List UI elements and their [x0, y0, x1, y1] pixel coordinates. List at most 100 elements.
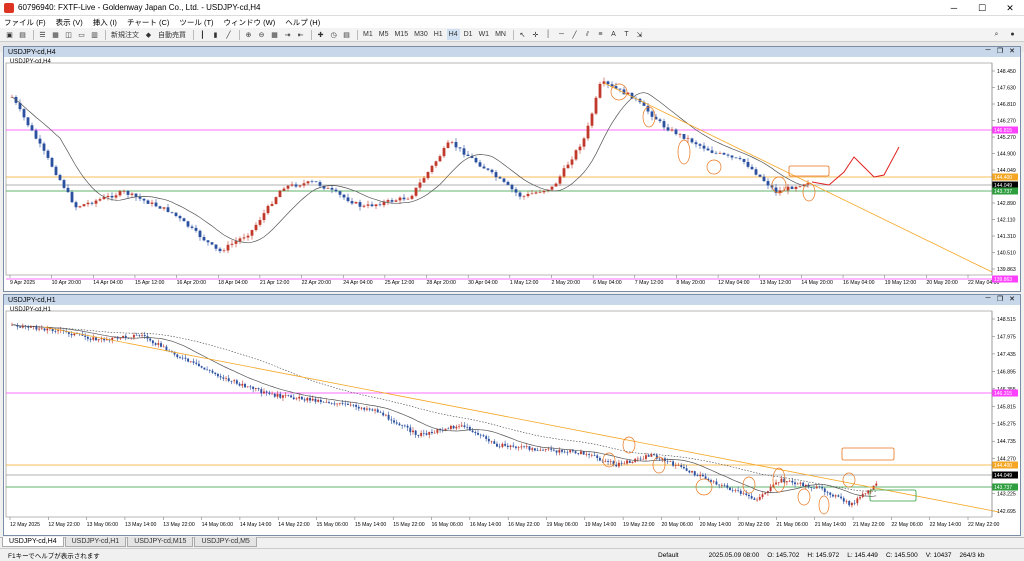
new-order-button[interactable]: 新規注文 [109, 29, 141, 40]
navigator-icon[interactable]: ◫ [63, 29, 74, 40]
candle-body [394, 200, 398, 202]
chart-restore-icon[interactable]: ❐ [994, 295, 1006, 303]
tf-m5[interactable]: M5 [377, 29, 391, 40]
chart-window-h4[interactable]: USDJPY-cd,H4 ─ ❐ ✕ 148.450 147.630 146.810… [3, 46, 1021, 292]
zoom-in-icon[interactable]: ⊕ [243, 29, 254, 40]
tab-h1[interactable]: USDJPY-cd,H1 [64, 537, 127, 547]
candle-body [338, 191, 342, 195]
candle-body [284, 395, 287, 396]
tf-h1[interactable]: H1 [432, 29, 445, 40]
candle-body [234, 241, 238, 244]
candle-body [737, 490, 740, 491]
profiles-icon[interactable]: ▤ [17, 29, 28, 40]
arrows-icon[interactable]: ⇲ [634, 29, 645, 40]
close-icon[interactable]: ✕ [996, 0, 1024, 16]
price-chart-h1[interactable]: 148.515147.975147.435146.895146.355145.8… [4, 305, 1020, 535]
candle-body [446, 142, 450, 149]
cursor-icon[interactable]: ↖ [517, 29, 528, 40]
zoom-out-icon[interactable]: ⊖ [256, 29, 267, 40]
chart-minimize-icon[interactable]: ─ [982, 295, 994, 303]
tf-m1[interactable]: M1 [361, 29, 375, 40]
candle-body [794, 482, 796, 485]
candle-body [412, 430, 414, 433]
tab-m15[interactable]: USDJPY-cd,M15 [127, 537, 194, 547]
autoscroll-icon[interactable]: ⇥ [282, 29, 293, 40]
price-tick-label: 148.515 [997, 317, 1016, 323]
candle-body [791, 480, 794, 483]
candle-body [246, 235, 250, 238]
menu-tools[interactable]: ツール (T) [179, 17, 213, 28]
candle-body [200, 366, 203, 368]
candle-body [286, 185, 290, 189]
label-icon[interactable]: T [621, 29, 632, 40]
tf-d1[interactable]: D1 [462, 29, 475, 40]
tf-m30[interactable]: M30 [412, 29, 430, 40]
tester-icon[interactable]: ▥ [89, 29, 100, 40]
indicators-icon[interactable]: ✚ [315, 29, 326, 40]
line-chart-icon[interactable]: ╱ [223, 29, 234, 40]
candle-body [230, 380, 233, 382]
chart-restore-icon[interactable]: ❐ [994, 47, 1006, 55]
separator [33, 29, 34, 40]
candle-chart-icon[interactable]: ▮ [210, 29, 221, 40]
auto-trade-button[interactable]: 自動売買 [156, 29, 188, 40]
periods-icon[interactable]: ◷ [328, 29, 339, 40]
candle-body [230, 243, 234, 245]
candle-body [523, 446, 526, 448]
bar-chart-icon[interactable]: ┃ [197, 29, 208, 40]
candle-body [30, 125, 34, 131]
tile-icon[interactable]: ▦ [269, 29, 280, 40]
candle-body [533, 448, 536, 451]
candle-body [590, 113, 594, 126]
text-icon[interactable]: A [608, 29, 619, 40]
tab-m5[interactable]: USDJPY-cd,M5 [194, 537, 257, 547]
menu-view[interactable]: 表示 (V) [56, 17, 83, 28]
crosshair-icon[interactable]: ✛ [530, 29, 541, 40]
search-icon[interactable]: ⌕ [991, 29, 1002, 40]
chart-close-icon[interactable]: ✕ [1006, 295, 1018, 303]
trendline-icon[interactable]: ╱ [569, 29, 580, 40]
candle-body [674, 129, 678, 135]
candle-body [294, 184, 298, 187]
tf-h4[interactable]: H4 [446, 29, 460, 40]
candle-body [219, 376, 222, 378]
separator [311, 29, 312, 40]
templates-icon[interactable]: ▤ [341, 29, 352, 40]
tf-mn[interactable]: MN [493, 29, 508, 40]
chart-area-h4[interactable]: 148.450 147.630 146.810 146.270 145.270 144.9… [4, 57, 1020, 291]
vertical-line-icon[interactable]: │ [543, 29, 554, 40]
candle-body [510, 184, 514, 190]
chart-area-h1[interactable]: 148.515147.975147.435146.895146.355145.8… [4, 305, 1020, 535]
metaeditor-icon[interactable]: ◆ [143, 29, 154, 40]
chart-window-h1[interactable]: USDJPY-cd,H1 ─ ❐ ✕ 148.515 147.975 147.435… [3, 294, 1021, 536]
menu-insert[interactable]: 挿入 (I) [93, 17, 117, 28]
maximize-icon[interactable]: ☐ [968, 0, 996, 16]
chart-close-icon[interactable]: ✕ [1006, 47, 1018, 55]
menu-window[interactable]: ウィンドウ (W) [224, 17, 276, 28]
candle-body [203, 367, 206, 370]
horizontal-line-icon[interactable]: ─ [556, 29, 567, 40]
terminal-icon[interactable]: ▭ [76, 29, 87, 40]
tf-w1[interactable]: W1 [477, 29, 492, 40]
chart-minimize-icon[interactable]: ─ [982, 47, 994, 55]
time-tick-label: 13 May 22:00 [163, 522, 195, 528]
candle-body [753, 498, 756, 500]
account-icon[interactable]: ● [1007, 29, 1018, 40]
menu-help[interactable]: ヘルプ (H) [285, 17, 320, 28]
candle-body [430, 165, 434, 172]
menu-chart[interactable]: チャート (C) [127, 17, 169, 28]
tab-h4[interactable]: USDJPY-cd,H4 [2, 537, 64, 547]
fibo-icon[interactable]: ≡ [595, 29, 606, 40]
candle-body [498, 446, 501, 448]
status-open: O: 145.702 [767, 551, 800, 559]
new-chart-icon[interactable]: ▣ [4, 29, 15, 40]
data-window-icon[interactable]: ▦ [50, 29, 61, 40]
tf-m15[interactable]: M15 [392, 29, 410, 40]
channel-icon[interactable]: ⫽ [582, 29, 593, 40]
market-watch-icon[interactable]: ☰ [37, 29, 48, 40]
time-tick-label: 6 May 04:00 [593, 280, 622, 286]
menu-file[interactable]: ファイル (F) [4, 17, 46, 28]
chart-shift-icon[interactable]: ⇤ [295, 29, 306, 40]
price-chart-h4[interactable]: 148.450 147.630 146.810 146.270 145.270 144.9… [4, 57, 1020, 291]
minimize-icon[interactable]: ─ [940, 0, 968, 16]
